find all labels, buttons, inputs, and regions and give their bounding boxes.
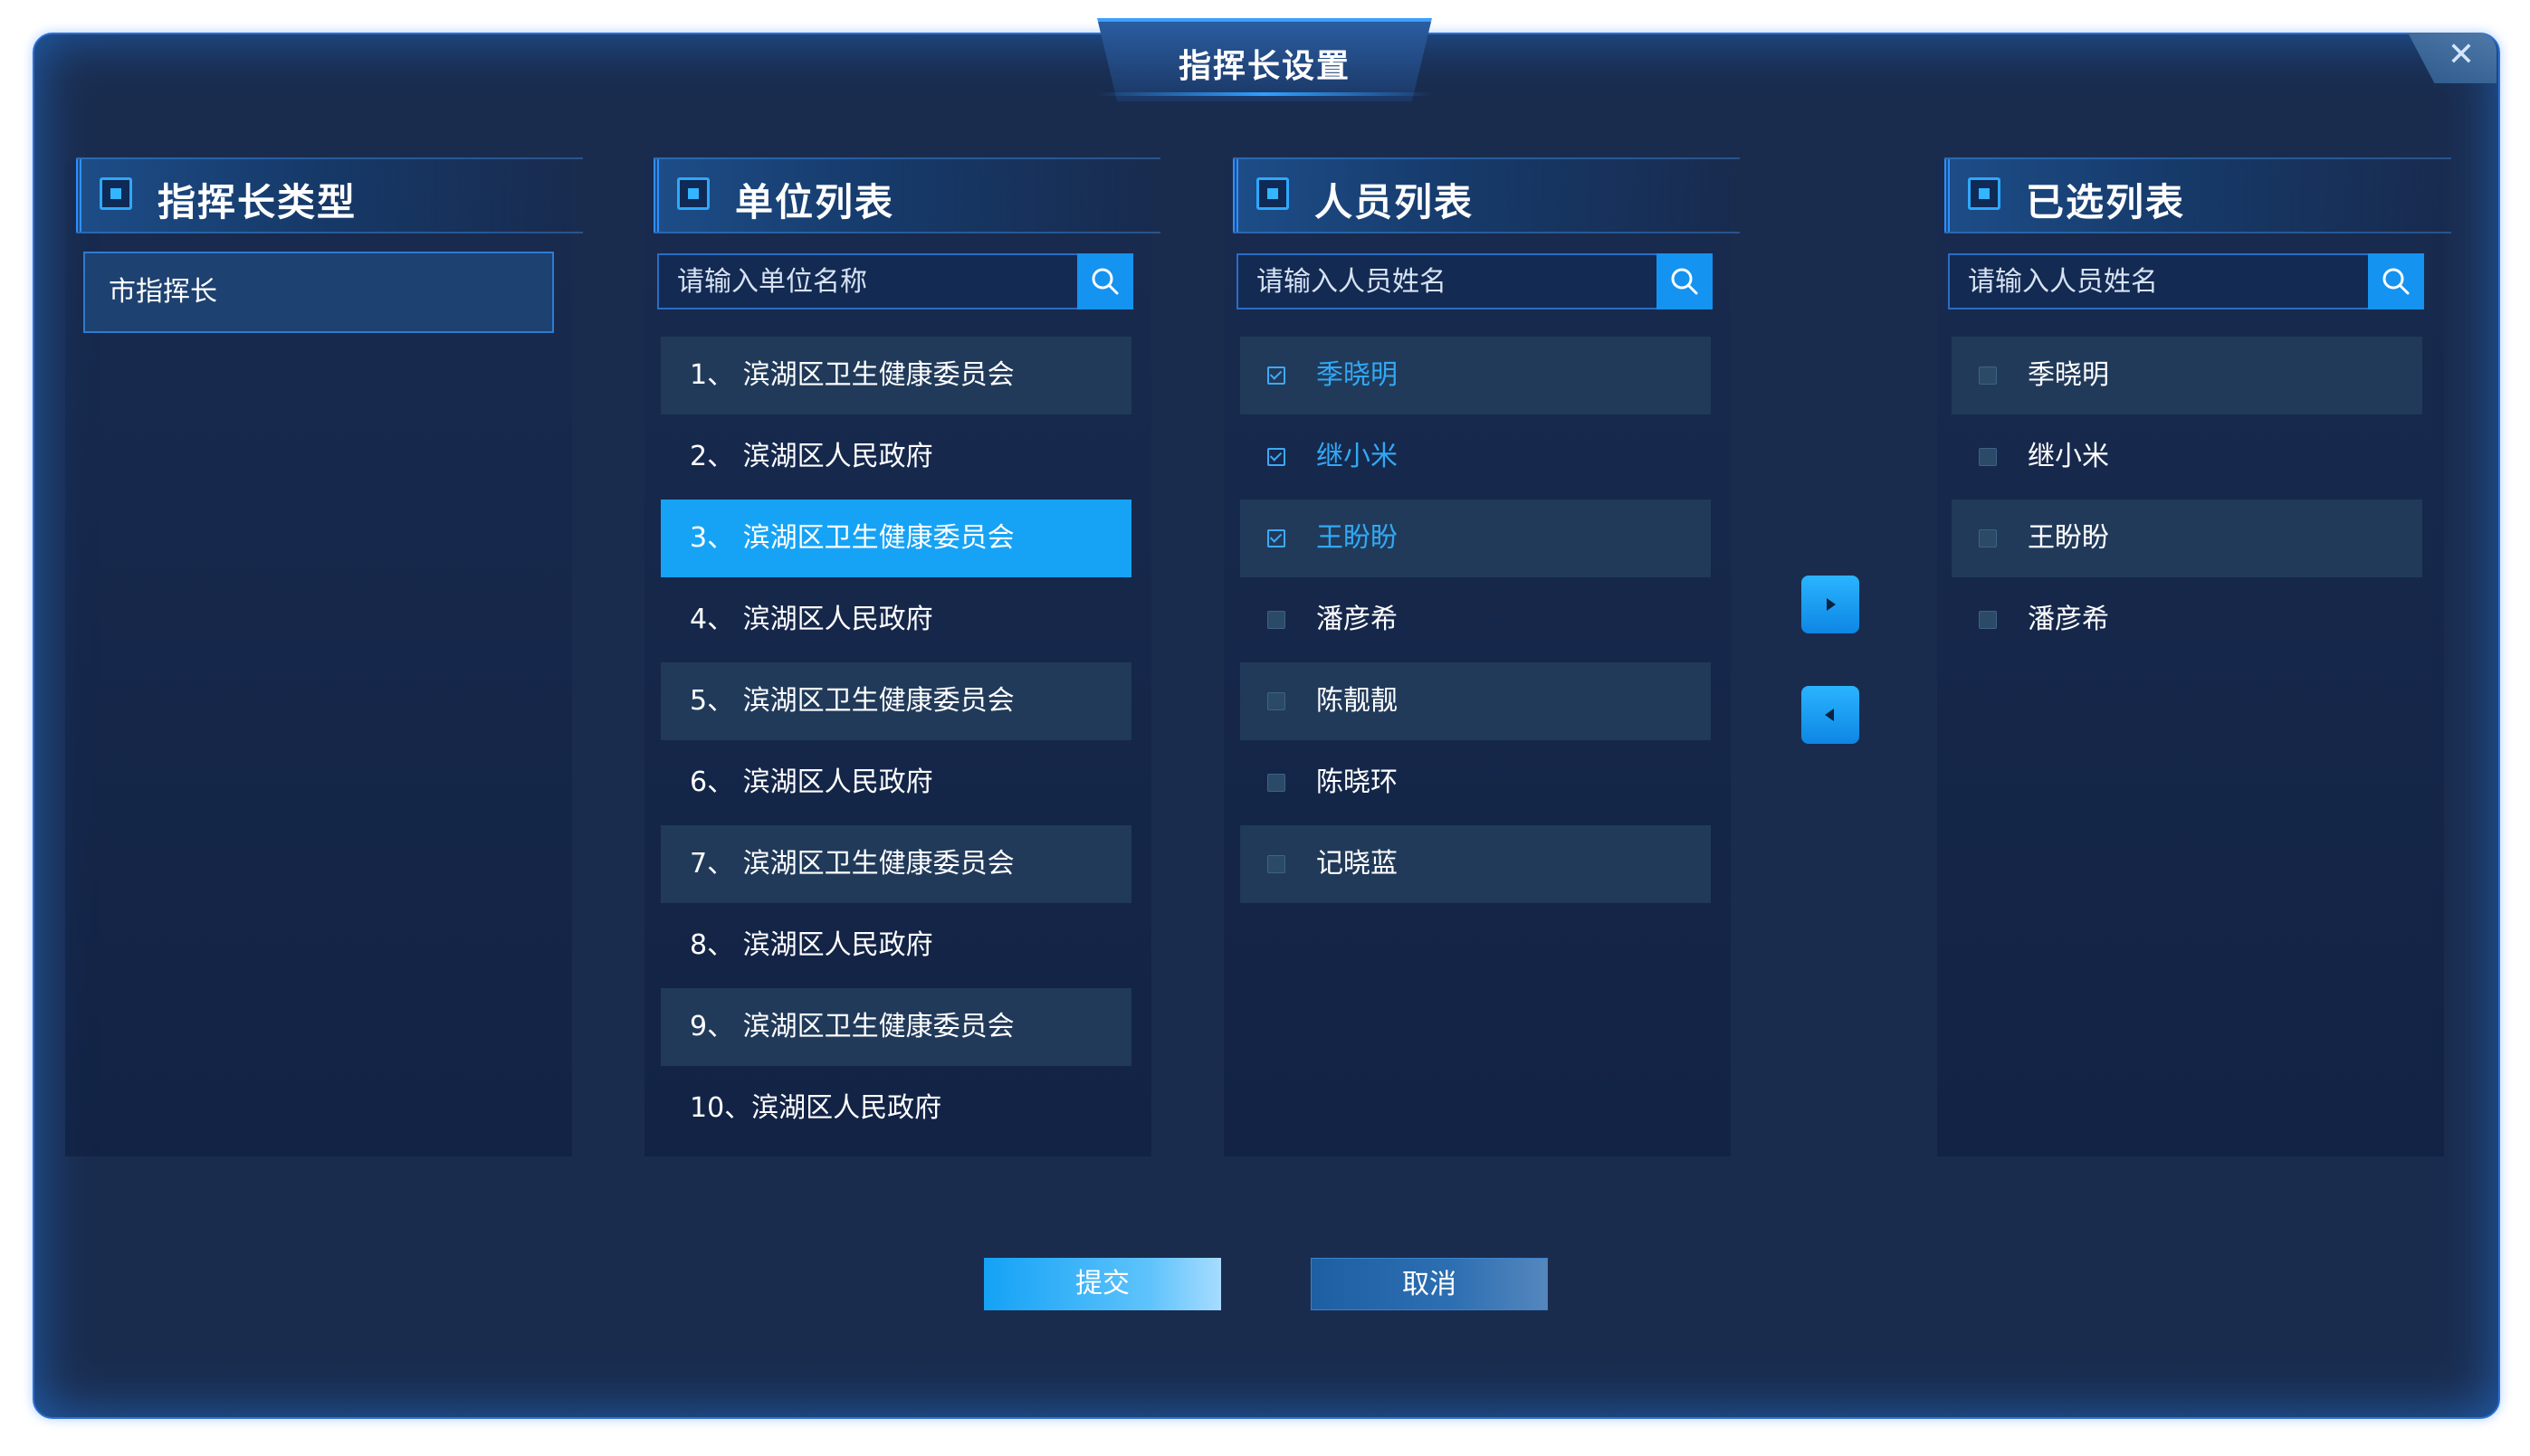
person-name: 陈晓环 [1316, 766, 1398, 798]
section-marker-icon [1256, 177, 1289, 210]
search-icon [1092, 268, 1119, 295]
search-icon [1671, 268, 1698, 295]
header-stripe [654, 159, 661, 232]
org-list-item[interactable]: 7、 滨湖区卫生健康委员会 [661, 825, 1131, 903]
checkbox-checked[interactable] [1267, 448, 1285, 466]
org-list-item[interactable]: 5、 滨湖区卫生健康委员会 [661, 662, 1131, 740]
person-search-input[interactable] [1238, 255, 1655, 308]
person-name: 潘彦希 [2028, 604, 2109, 635]
move-right-button[interactable] [1801, 576, 1859, 633]
checkbox[interactable] [1267, 692, 1285, 710]
person-name: 季晓明 [2028, 359, 2109, 391]
checkbox-checked[interactable] [1267, 366, 1285, 385]
checkbox[interactable] [1267, 774, 1285, 792]
org-list-item[interactable]: 2、 滨湖区人民政府 [661, 418, 1131, 496]
section-marker-icon [100, 177, 132, 210]
checkbox[interactable] [1979, 529, 1997, 547]
title-underline [1095, 92, 1434, 96]
person-list-item[interactable]: 记晓蓝 [1240, 825, 1711, 903]
submit-button[interactable]: 提交 [984, 1258, 1221, 1310]
checkbox-checked[interactable] [1267, 529, 1285, 547]
caret-right-icon [1827, 598, 1836, 611]
org-list-item[interactable]: 10、滨湖区人民政府 [661, 1070, 1131, 1147]
org-search-box [657, 253, 1133, 309]
person-name: 王盼盼 [2028, 522, 2109, 554]
checkbox[interactable] [1979, 611, 1997, 629]
type-item-city-commander[interactable]: 市指挥长 [83, 252, 554, 333]
person-list-item[interactable]: 继小米 [1240, 418, 1711, 496]
person-section-title: 人员列表 [1314, 180, 1475, 224]
person-column-bg [1224, 161, 1731, 1156]
selected-section-title: 已选列表 [2026, 180, 2186, 224]
checkbox[interactable] [1979, 366, 1997, 385]
header-stripe [1233, 159, 1240, 232]
org-list-item[interactable]: 6、 滨湖区人民政府 [661, 744, 1131, 822]
checkbox[interactable] [1267, 611, 1285, 629]
section-marker-icon [1968, 177, 2000, 210]
person-name: 王盼盼 [1316, 522, 1398, 554]
selected-section-header: 已选列表 [1944, 157, 2451, 233]
selected-list-item[interactable]: 潘彦希 [1952, 581, 2422, 659]
checkbox[interactable] [1979, 448, 1997, 466]
person-search-button[interactable] [1656, 253, 1713, 309]
header-stripe [1944, 159, 1952, 232]
person-name: 陈靓靓 [1316, 685, 1398, 717]
person-list-item[interactable]: 季晓明 [1240, 337, 1711, 414]
selected-search-input[interactable] [1950, 255, 2366, 308]
type-section-title: 指挥长类型 [158, 180, 358, 224]
selected-list-item[interactable]: 继小米 [1952, 418, 2422, 496]
checkbox[interactable] [1267, 855, 1285, 873]
org-list-item[interactable]: 1、 滨湖区卫生健康委员会 [661, 337, 1131, 414]
person-name: 继小米 [1316, 441, 1398, 472]
close-icon[interactable]: ✕ [2440, 34, 2482, 76]
selected-column-bg [1937, 161, 2444, 1156]
selected-list-item[interactable]: 季晓明 [1952, 337, 2422, 414]
person-name: 继小米 [2028, 441, 2109, 472]
search-icon [2382, 268, 2410, 295]
org-list-item[interactable]: 8、 滨湖区人民政府 [661, 907, 1131, 985]
selected-search-button[interactable] [2368, 253, 2424, 309]
person-list-item[interactable]: 陈靓靓 [1240, 662, 1711, 740]
person-search-box [1236, 253, 1713, 309]
person-section-header: 人员列表 [1233, 157, 1740, 233]
dialog-title: 指挥长设置 [1178, 48, 1351, 85]
move-left-button[interactable] [1801, 686, 1859, 744]
caret-left-icon [1825, 709, 1834, 721]
org-section-title: 单位列表 [735, 180, 895, 224]
person-list-item[interactable]: 潘彦希 [1240, 581, 1711, 659]
person-list-item[interactable]: 王盼盼 [1240, 500, 1711, 577]
person-name: 记晓蓝 [1316, 848, 1398, 880]
header-stripe [76, 159, 83, 232]
selected-list-item[interactable]: 王盼盼 [1952, 500, 2422, 577]
person-list-item[interactable]: 陈晓环 [1240, 744, 1711, 822]
org-list-item[interactable]: 9、 滨湖区卫生健康委员会 [661, 988, 1131, 1066]
org-list-item-selected[interactable]: 3、 滨湖区卫生健康委员会 [661, 500, 1131, 577]
org-search-button[interactable] [1077, 253, 1133, 309]
person-name: 潘彦希 [1316, 604, 1398, 635]
cancel-button[interactable]: 取消 [1311, 1258, 1548, 1310]
org-section-header: 单位列表 [654, 157, 1160, 233]
section-marker-icon [677, 177, 710, 210]
type-section-header: 指挥长类型 [76, 157, 583, 233]
selected-search-box [1948, 253, 2424, 309]
person-name: 季晓明 [1316, 359, 1398, 391]
org-search-input[interactable] [659, 255, 1075, 308]
org-list-item[interactable]: 4、 滨湖区人民政府 [661, 581, 1131, 659]
